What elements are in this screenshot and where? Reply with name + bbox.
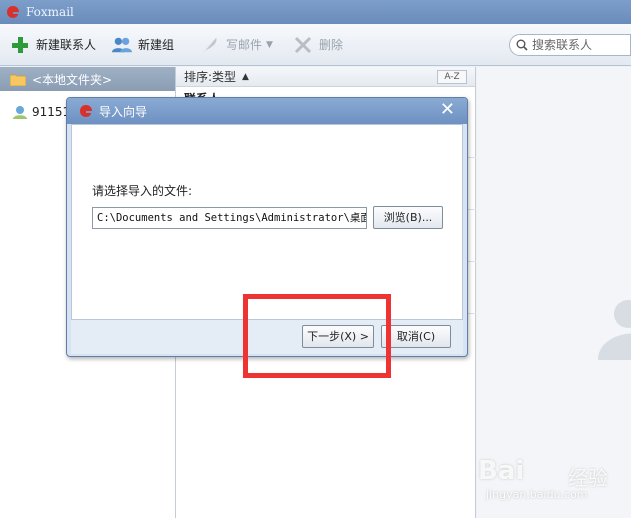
search-input[interactable] <box>532 38 627 52</box>
write-mail-button[interactable]: 写邮件 ▼ <box>194 30 279 60</box>
close-icon[interactable]: ✕ <box>440 101 455 119</box>
foxmail-logo-icon <box>80 105 92 117</box>
new-group-label: 新建组 <box>138 38 175 52</box>
browse-button[interactable]: 浏览(B)... <box>373 206 443 229</box>
search-icon <box>516 39 528 51</box>
app-title: Foxmail <box>26 5 74 19</box>
sort-label: 排序:类型 <box>184 70 237 84</box>
search-box[interactable] <box>509 34 631 56</box>
dialog-body: 请选择导入的文件: C:\Documents and Settings\Admi… <box>71 124 463 320</box>
feather-pen-icon <box>203 37 217 53</box>
title-bar: Foxmail <box>0 0 631 24</box>
local-folder-label: <本地文件夹> <box>32 72 113 87</box>
delete-button[interactable]: 删除 <box>287 30 349 60</box>
folder-icon <box>10 74 26 86</box>
plus-icon <box>12 36 28 53</box>
file-select-label: 请选择导入的文件: <box>92 184 193 198</box>
group-icon <box>112 37 133 52</box>
new-contact-label: 新建联系人 <box>36 38 97 52</box>
az-sort-button[interactable]: A-Z <box>437 70 467 84</box>
contact-detail-pane <box>477 67 631 518</box>
cancel-button[interactable]: 取消(C) <box>381 325 451 348</box>
watermark-suffix: 经验 <box>568 466 608 490</box>
dialog-title: 导入向导 <box>99 104 148 119</box>
chevron-down-icon[interactable]: ▼ <box>266 40 273 50</box>
delete-x-icon <box>294 36 312 53</box>
foxmail-logo-icon <box>7 6 19 18</box>
new-contact-button[interactable]: 新建联系人 <box>4 30 102 60</box>
contact-account-icon <box>13 106 27 119</box>
new-group-button[interactable]: 新建组 <box>106 30 180 60</box>
dialog-title-bar[interactable]: 导入向导 <box>67 98 467 124</box>
sort-asc-icon: ▲ <box>242 71 249 82</box>
watermark-brand: Bai <box>478 456 525 486</box>
file-path-input[interactable]: C:\Documents and Settings\Administrator\… <box>92 207 367 229</box>
toolbar: 新建联系人 新建组 写邮件 ▼ 删除 <box>0 24 631 66</box>
avatar-placeholder-icon <box>598 300 631 360</box>
delete-label: 删除 <box>318 38 343 52</box>
write-mail-label: 写邮件 <box>226 38 263 52</box>
baidu-watermark: Bai 经验 jingyan.baidu.com <box>478 452 628 512</box>
watermark-url: jingyan.baidu.com <box>486 488 588 501</box>
local-folder-header[interactable]: <本地文件夹> <box>0 67 175 91</box>
highlight-box <box>243 294 391 378</box>
sort-bar[interactable]: 排序:类型 ▲ A-Z <box>176 67 475 87</box>
